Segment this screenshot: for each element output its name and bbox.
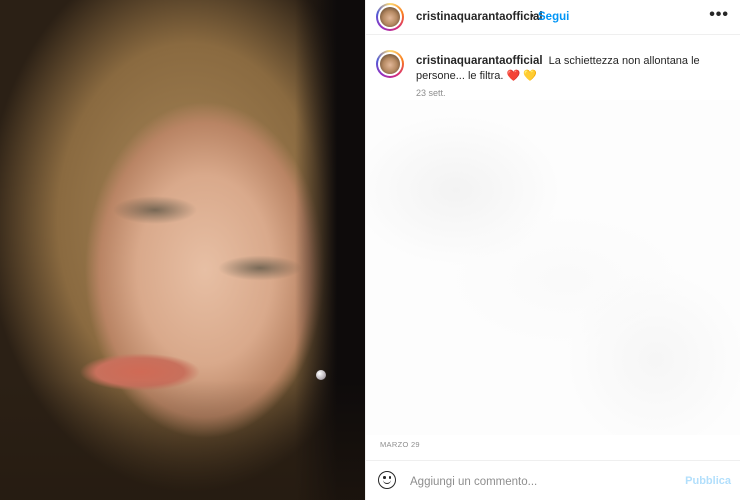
more-options-icon[interactable]: ••• [709,6,729,24]
comment-bar: Pubblica [366,460,740,501]
caption-username[interactable]: cristinaquarantaofficial [416,55,543,67]
caption-text: cristinaquarantaofficial La schiettezza … [416,54,726,84]
blurred-comments-area [366,100,740,435]
avatar-image [380,54,400,74]
avatar[interactable] [376,3,404,31]
comment-input[interactable] [408,471,682,493]
publish-button[interactable]: Pubblica [685,475,731,487]
photo-hair-tint [0,380,365,500]
post-header: cristinaquarantaofficial • Segui ••• [366,0,740,35]
avatar-image [380,7,400,27]
caption-avatar[interactable] [376,50,404,78]
separator-dot: • [530,10,534,22]
smiley-icon[interactable] [378,471,396,489]
caption-timestamp[interactable]: 23 sett. [416,88,446,98]
post-photo[interactable] [0,0,365,500]
yellow-heart-emoji: 💛 [523,70,537,82]
red-heart-emoji: ❤️ [506,70,521,82]
earring [316,370,326,380]
header-username[interactable]: cristinaquarantaofficial [416,11,543,23]
follow-button[interactable]: Segui [538,11,569,23]
post-date[interactable]: MARZO 29 [380,440,420,449]
post-side-panel: cristinaquarantaofficial • Segui ••• cri… [365,0,740,500]
